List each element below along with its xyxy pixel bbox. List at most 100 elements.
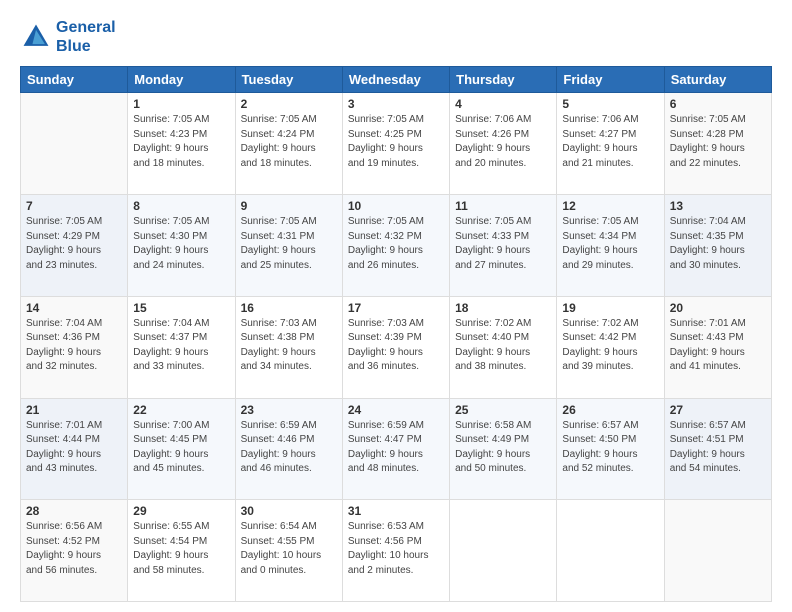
day-number: 27 (670, 403, 766, 417)
calendar-cell: 1 Sunrise: 7:05 AM Sunset: 4:23 PM Daylig… (128, 93, 235, 195)
logo: General Blue (20, 18, 116, 56)
day-info: Sunrise: 7:02 AM Sunset: 4:42 PM Dayligh… (562, 317, 658, 375)
day-info: Sunrise: 7:02 AM Sunset: 4:40 PM Dayligh… (455, 317, 551, 375)
calendar-cell: 14 Sunrise: 7:04 AM Sunset: 4:36 PM Dayli… (21, 296, 128, 398)
calendar-cell: 31 Sunrise: 6:53 AM Sunset: 4:56 PM Dayli… (342, 500, 449, 602)
calendar-cell (450, 500, 557, 602)
calendar-cell: 13Sunrise: 7:04 AM Sunset: 4:35 PM Dayli… (664, 195, 771, 297)
day-info: Sunrise: 6:59 AM Sunset: 4:47 PM Dayligh… (348, 419, 444, 477)
calendar-cell: 22 Sunrise: 7:00 AM Sunset: 4:45 PM Dayli… (128, 398, 235, 500)
day-number: 24 (348, 403, 444, 417)
calendar-cell: 21 Sunrise: 7:01 AM Sunset: 4:44 PM Dayli… (21, 398, 128, 500)
day-info: Sunrise: 7:05 AM Sunset: 4:28 PM Dayligh… (670, 113, 766, 171)
logo-text: General Blue (56, 18, 116, 56)
calendar-table: SundayMondayTuesdayWednesdayThursdayFrid… (20, 66, 772, 602)
calendar-cell (664, 500, 771, 602)
calendar-cell (21, 93, 128, 195)
calendar-week-row: 14 Sunrise: 7:04 AM Sunset: 4:36 PM Dayli… (21, 296, 772, 398)
calendar-cell: 11Sunrise: 7:05 AM Sunset: 4:33 PM Dayli… (450, 195, 557, 297)
day-number: 20 (670, 301, 766, 315)
day-number: 8 (133, 199, 229, 213)
calendar-cell: 12 Sunrise: 7:05 AM Sunset: 4:34 PM Dayli… (557, 195, 664, 297)
day-number: 16 (241, 301, 337, 315)
day-info: Sunrise: 6:57 AM Sunset: 4:50 PM Dayligh… (562, 419, 658, 477)
day-info: Sunrise: 7:06 AM Sunset: 4:26 PM Dayligh… (455, 113, 551, 171)
day-info: Sunrise: 7:05 AM Sunset: 4:33 PM Dayligh… (455, 215, 551, 273)
day-number: 1 (133, 97, 229, 111)
day-info: Sunrise: 7:04 AM Sunset: 4:36 PM Dayligh… (26, 317, 122, 375)
day-number: 31 (348, 504, 444, 518)
calendar-cell: 7Sunrise: 7:05 AM Sunset: 4:29 PM Daylig… (21, 195, 128, 297)
calendar-cell: 19 Sunrise: 7:02 AM Sunset: 4:42 PM Dayli… (557, 296, 664, 398)
calendar-cell: 15Sunrise: 7:04 AM Sunset: 4:37 PM Dayli… (128, 296, 235, 398)
calendar-cell: 26Sunrise: 6:57 AM Sunset: 4:50 PM Dayli… (557, 398, 664, 500)
day-info: Sunrise: 7:05 AM Sunset: 4:34 PM Dayligh… (562, 215, 658, 273)
calendar-week-row: 7Sunrise: 7:05 AM Sunset: 4:29 PM Daylig… (21, 195, 772, 297)
day-number: 21 (26, 403, 122, 417)
day-info: Sunrise: 6:53 AM Sunset: 4:56 PM Dayligh… (348, 520, 444, 578)
page: General Blue SundayMondayTuesdayWednesda… (0, 0, 792, 612)
day-info: Sunrise: 7:05 AM Sunset: 4:24 PM Dayligh… (241, 113, 337, 171)
day-info: Sunrise: 7:05 AM Sunset: 4:29 PM Dayligh… (26, 215, 122, 273)
day-number: 14 (26, 301, 122, 315)
day-number: 4 (455, 97, 551, 111)
day-number: 28 (26, 504, 122, 518)
calendar-week-row: 1 Sunrise: 7:05 AM Sunset: 4:23 PM Daylig… (21, 93, 772, 195)
calendar-cell: 17Sunrise: 7:03 AM Sunset: 4:39 PM Dayli… (342, 296, 449, 398)
calendar-cell: 4 Sunrise: 7:06 AM Sunset: 4:26 PM Daylig… (450, 93, 557, 195)
weekday-header: Monday (128, 67, 235, 93)
calendar-header-row: SundayMondayTuesdayWednesdayThursdayFrid… (21, 67, 772, 93)
day-number: 12 (562, 199, 658, 213)
day-number: 22 (133, 403, 229, 417)
day-number: 15 (133, 301, 229, 315)
day-info: Sunrise: 7:01 AM Sunset: 4:44 PM Dayligh… (26, 419, 122, 477)
day-number: 19 (562, 301, 658, 315)
day-info: Sunrise: 7:04 AM Sunset: 4:35 PM Dayligh… (670, 215, 766, 273)
weekday-header: Tuesday (235, 67, 342, 93)
weekday-header: Friday (557, 67, 664, 93)
day-number: 6 (670, 97, 766, 111)
calendar-cell: 16 Sunrise: 7:03 AM Sunset: 4:38 PM Dayli… (235, 296, 342, 398)
day-info: Sunrise: 7:05 AM Sunset: 4:31 PM Dayligh… (241, 215, 337, 273)
calendar-week-row: 21 Sunrise: 7:01 AM Sunset: 4:44 PM Dayli… (21, 398, 772, 500)
day-number: 30 (241, 504, 337, 518)
day-number: 23 (241, 403, 337, 417)
day-number: 10 (348, 199, 444, 213)
day-info: Sunrise: 6:57 AM Sunset: 4:51 PM Dayligh… (670, 419, 766, 477)
calendar-cell: 2Sunrise: 7:05 AM Sunset: 4:24 PM Daylig… (235, 93, 342, 195)
day-info: Sunrise: 7:05 AM Sunset: 4:30 PM Dayligh… (133, 215, 229, 273)
calendar-cell: 3Sunrise: 7:05 AM Sunset: 4:25 PM Daylig… (342, 93, 449, 195)
weekday-header: Wednesday (342, 67, 449, 93)
day-info: Sunrise: 7:03 AM Sunset: 4:38 PM Dayligh… (241, 317, 337, 375)
calendar-week-row: 28 Sunrise: 6:56 AM Sunset: 4:52 PM Dayli… (21, 500, 772, 602)
calendar-cell: 29Sunrise: 6:55 AM Sunset: 4:54 PM Dayli… (128, 500, 235, 602)
calendar-cell: 20 Sunrise: 7:01 AM Sunset: 4:43 PM Dayli… (664, 296, 771, 398)
day-number: 9 (241, 199, 337, 213)
day-info: Sunrise: 7:00 AM Sunset: 4:45 PM Dayligh… (133, 419, 229, 477)
day-info: Sunrise: 7:06 AM Sunset: 4:27 PM Dayligh… (562, 113, 658, 171)
day-info: Sunrise: 7:05 AM Sunset: 4:32 PM Dayligh… (348, 215, 444, 273)
day-info: Sunrise: 7:01 AM Sunset: 4:43 PM Dayligh… (670, 317, 766, 375)
calendar-cell: 18Sunrise: 7:02 AM Sunset: 4:40 PM Dayli… (450, 296, 557, 398)
day-number: 25 (455, 403, 551, 417)
day-info: Sunrise: 7:05 AM Sunset: 4:25 PM Dayligh… (348, 113, 444, 171)
calendar-cell: 10 Sunrise: 7:05 AM Sunset: 4:32 PM Dayli… (342, 195, 449, 297)
calendar-cell: 9 Sunrise: 7:05 AM Sunset: 4:31 PM Daylig… (235, 195, 342, 297)
day-info: Sunrise: 7:05 AM Sunset: 4:23 PM Dayligh… (133, 113, 229, 171)
calendar-cell: 27 Sunrise: 6:57 AM Sunset: 4:51 PM Dayli… (664, 398, 771, 500)
calendar-cell: 23 Sunrise: 6:59 AM Sunset: 4:46 PM Dayli… (235, 398, 342, 500)
logo-icon (20, 21, 52, 53)
calendar-cell: 5 Sunrise: 7:06 AM Sunset: 4:27 PM Daylig… (557, 93, 664, 195)
day-info: Sunrise: 7:03 AM Sunset: 4:39 PM Dayligh… (348, 317, 444, 375)
day-info: Sunrise: 6:59 AM Sunset: 4:46 PM Dayligh… (241, 419, 337, 477)
calendar-cell: 6 Sunrise: 7:05 AM Sunset: 4:28 PM Daylig… (664, 93, 771, 195)
calendar-cell: 28 Sunrise: 6:56 AM Sunset: 4:52 PM Dayli… (21, 500, 128, 602)
day-info: Sunrise: 6:58 AM Sunset: 4:49 PM Dayligh… (455, 419, 551, 477)
calendar-cell: 8 Sunrise: 7:05 AM Sunset: 4:30 PM Daylig… (128, 195, 235, 297)
weekday-header: Thursday (450, 67, 557, 93)
calendar-cell: 25 Sunrise: 6:58 AM Sunset: 4:49 PM Dayli… (450, 398, 557, 500)
weekday-header: Sunday (21, 67, 128, 93)
header: General Blue (20, 18, 772, 56)
day-info: Sunrise: 6:56 AM Sunset: 4:52 PM Dayligh… (26, 520, 122, 578)
day-number: 5 (562, 97, 658, 111)
